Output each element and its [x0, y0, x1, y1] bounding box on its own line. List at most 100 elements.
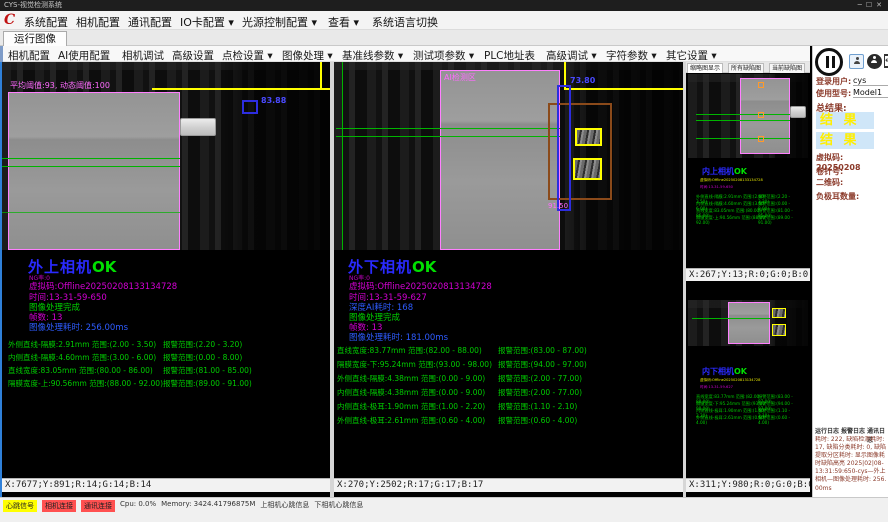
left-camera-pane: 平均阈值:93, 动态阈值:100 83.88 外上相机OK NG率:0 虚拟码…: [2, 62, 330, 497]
cpu-usage: Cpu: 0.0%: [120, 500, 156, 508]
tool-camera-debug[interactable]: 相机调试: [122, 48, 164, 63]
pause-icon: [832, 56, 835, 68]
mini-bottom-camera-image[interactable]: [688, 300, 808, 346]
title-bar: CYS-视觉检测系统 ─☐✕: [0, 0, 888, 11]
measurement-alarm: 报警范围:(2.00 - 77.00): [498, 387, 582, 398]
menu-io-config[interactable]: IO卡配置 ▾: [180, 14, 234, 30]
roll-needle-label: 卷针号:: [816, 166, 843, 177]
yellow-guide-line: [564, 88, 683, 90]
defect-marker: [758, 82, 764, 88]
pause-button[interactable]: [815, 48, 843, 76]
measurement-main: 内侧直线-隔膜:4.38mm 范围:(0.00 - 9.00): [337, 387, 485, 398]
measurement-alarm: 报警范围:(94.00 - 97.00): [498, 359, 587, 370]
width-marker-box: [557, 85, 571, 211]
tool-camera-config[interactable]: 相机配置: [8, 48, 50, 63]
camera-name: 内上相机: [702, 167, 734, 176]
log-text-area[interactable]: 耗时: 222, 缺陷检测耗时: 17, 缺陷分类耗时: 0, 缺陷提取分区耗时…: [815, 436, 887, 496]
app-window: CYS-视觉检测系统 ─☐✕ C 系统配置 相机配置 通讯配置 IO卡配置 ▾ …: [0, 0, 888, 522]
baseline-overlay: [336, 136, 560, 137]
tool-test-params[interactable]: 测试项参数 ▾: [413, 48, 474, 63]
mini-measurement: 报警范围:(89.00 - 91.00): [758, 214, 794, 225]
admin-user-button[interactable]: [867, 54, 882, 69]
measurement-alarm: 报警范围:(0.00 - 8.00): [163, 352, 242, 363]
tool-baseline-params[interactable]: 基准线参数 ▾: [342, 48, 403, 63]
tool-image-process[interactable]: 图像处理 ▾: [282, 48, 333, 63]
film-region-overlay: [740, 78, 790, 154]
elapsed-line: 图像处理耗时: 181.00ms: [349, 331, 448, 343]
threshold-overlay-label: 平均阈值:93, 动态阈值:100: [10, 80, 110, 91]
camera-ok-status: OK: [92, 258, 116, 276]
maximize-button[interactable]: ☐: [866, 1, 876, 9]
user-login-button[interactable]: [849, 54, 864, 69]
right-info-panel: ← 登录用户: cys 使用型号: Model1 总结果: 结 果 结 果 虚拟…: [812, 46, 888, 497]
camera-ok-status: OK: [412, 258, 436, 276]
defect-marker: [758, 136, 764, 142]
app-logo-icon: C: [4, 12, 15, 28]
menu-comm-config[interactable]: 通讯配置: [128, 14, 172, 30]
mini-code-line: 虚拟码:Offline20250208133134728: [700, 177, 763, 182]
memory-usage: Memory: 3424.41796875M: [161, 500, 255, 508]
tab-run-image[interactable]: 运行图像: [3, 31, 67, 46]
log-tab-alarm[interactable]: 报警日志: [841, 426, 865, 435]
film-region-overlay: [8, 92, 180, 250]
mid-camera-image[interactable]: AI检测区 73.80 91.50: [334, 62, 683, 250]
mini-time-line: 时间:13-31-59-627: [700, 384, 733, 389]
tool-advanced-debug[interactable]: 高级调试 ▾: [546, 48, 597, 63]
menu-language-switch[interactable]: 系统语言切换: [372, 14, 438, 30]
tool-char-params[interactable]: 字符参数 ▾: [606, 48, 657, 63]
measurement-alarm: 报警范围:(2.20 - 3.20): [163, 339, 242, 350]
menu-system-config[interactable]: 系统配置: [24, 14, 68, 30]
close-button[interactable]: ✕: [876, 1, 886, 9]
mini-time-line: 时间:13-31-59-650: [700, 184, 733, 189]
tab-all-defects[interactable]: 所有缺陷图: [728, 63, 764, 73]
qr-code-label: 二维码:: [816, 177, 843, 188]
tool-plc-address[interactable]: PLC地址表: [484, 48, 535, 63]
baseline-overlay: [2, 158, 180, 159]
menu-camera-config[interactable]: 相机配置: [76, 14, 120, 30]
user-icon: [871, 56, 877, 62]
ai-region-label: AI检测区: [444, 72, 476, 83]
yellow-guide-line: [152, 88, 330, 90]
elapsed-line: 图像处理耗时: 256.00ms: [29, 321, 128, 333]
window-title: CYS-视觉检测系统: [4, 1, 62, 9]
log-tab-run[interactable]: 运行日志: [815, 426, 839, 435]
baseline-overlay: [696, 120, 790, 121]
thumbnail-column: 缩略图显示 所有缺陷图 当前缺陷图 内上相机 OK 虚拟码:Offline2025…: [686, 62, 810, 497]
tool-spot-check[interactable]: 点检设置 ▾: [222, 48, 273, 63]
tool-advanced-setting[interactable]: 高级设置: [172, 48, 214, 63]
menu-view[interactable]: 查看 ▾: [328, 14, 359, 30]
tab-detect-box: [573, 158, 602, 180]
tab-thumbnail-view[interactable]: 缩略图显示: [687, 63, 723, 73]
measurement-alarm: 报警范围:(81.00 - 85.00): [163, 365, 252, 376]
heartbeat-status-chip: 心跳信号: [3, 500, 37, 512]
camera-name: 内下相机: [702, 367, 734, 376]
login-user-field[interactable]: cys: [853, 76, 888, 86]
measurement-main: 内侧直线-极耳:1.90mm 范围:(1.00 - 2.20): [337, 401, 485, 412]
baseline-overlay: [696, 138, 790, 139]
measurement-alarm: 报警范围:(0.60 - 4.00): [498, 415, 577, 426]
bottom-measure-label: 91.50: [548, 202, 568, 210]
tab-current-defect[interactable]: 当前缺陷图: [769, 63, 805, 73]
tool-ai-config[interactable]: AI使用配置: [58, 48, 110, 63]
width-marker-box: [242, 100, 258, 114]
minimize-button[interactable]: ─: [858, 1, 866, 9]
baseline-overlay: [692, 318, 770, 319]
measurement-main: 内侧直线-隔膜:4.60mm 范围:(3.00 - 6.00): [8, 352, 156, 363]
menu-light-config[interactable]: 光源控制配置 ▾: [242, 14, 317, 30]
left-pane-status-bar: X:7677;Y:891;R:14;G:14;B:14: [2, 478, 330, 492]
measurement-alarm: 报警范围:(89.00 - 91.00): [163, 378, 252, 389]
tool-other-settings[interactable]: 其它设置 ▾: [666, 48, 717, 63]
window-controls: ─☐✕: [858, 0, 886, 11]
mini-measurement: 报警范围:(0.60 - 4.00): [758, 414, 794, 425]
camera-ok-status: OK: [734, 367, 747, 376]
mid-camera-pane: AI检测区 73.80 91.50 外下相机OK NG率:0 虚拟码:Offli…: [334, 62, 683, 497]
tab-detect-box: [772, 308, 786, 318]
mini-top-camera-image[interactable]: [688, 74, 808, 158]
logout-button[interactable]: ←: [884, 54, 888, 68]
left-camera-image[interactable]: 平均阈值:93, 动态阈值:100 83.88: [2, 62, 330, 250]
up-camera-heartbeat: 上相机心跳信息: [260, 500, 309, 510]
mid-pane-status-bar: X:270;Y:2502;R:17;G:17;B:17: [334, 478, 683, 492]
model-field[interactable]: Model1: [853, 88, 888, 98]
baseline-overlay: [342, 62, 343, 250]
down-camera-heartbeat: 下相机心跳信息: [314, 500, 363, 510]
